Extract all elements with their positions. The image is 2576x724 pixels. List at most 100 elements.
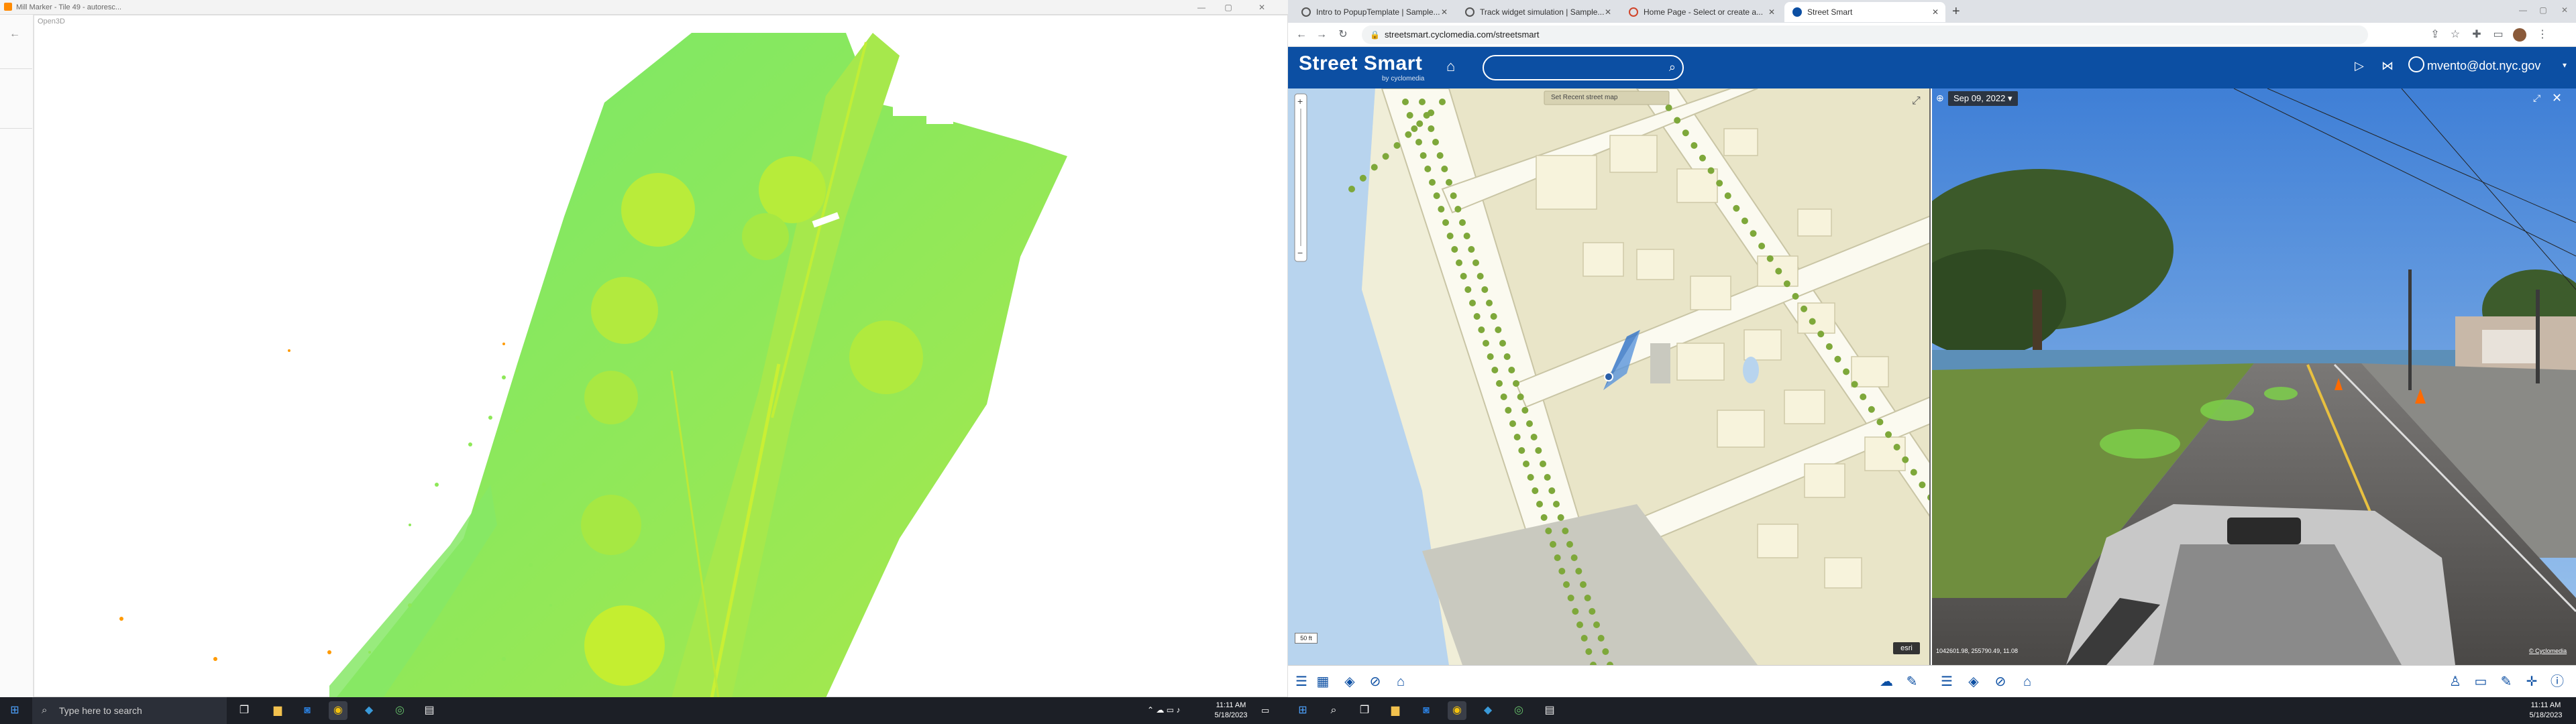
taskbar-search-input[interactable]: ⌕ Type here to search — [32, 697, 227, 724]
map-layer-label[interactable]: Set Recent street map — [1551, 94, 1618, 101]
zoom-icon[interactable]: ⊕ — [1936, 93, 1947, 103]
document-icon[interactable]: ▤ — [420, 701, 439, 720]
close-icon[interactable]: ✕ — [2557, 4, 2572, 16]
outlook-icon[interactable]: ◙ — [298, 701, 317, 720]
tree-dot — [1535, 447, 1542, 454]
left-clock[interactable]: 11:11 AM 5/18/2023 — [1208, 701, 1254, 721]
pano-date-selector[interactable]: Sep 09, 2022 ▾ — [1948, 91, 2018, 106]
browser-tab[interactable]: Track widget simulation | Sample... ✕ — [1457, 2, 1618, 22]
app-icon — [4, 3, 12, 11]
menu-icon[interactable]: ⋮ — [2536, 28, 2549, 42]
right-clock[interactable]: 11:11 AM 5/18/2023 — [2522, 701, 2569, 721]
star-icon[interactable]: ☆ — [2449, 28, 2462, 42]
tree-dot — [1674, 117, 1681, 124]
home-icon[interactable]: ⌂ — [1446, 58, 1455, 75]
minimize-icon[interactable]: — — [2516, 4, 2530, 16]
search-icon[interactable]: ⌕ — [1669, 60, 1676, 74]
tree-dot — [1851, 381, 1858, 388]
reload-icon[interactable]: ↻ — [1336, 28, 1350, 42]
task-view-icon[interactable]: ❐ — [235, 701, 254, 720]
close-icon[interactable]: ✕ — [2552, 91, 2562, 105]
expand-icon[interactable]: ⤢ — [1912, 95, 1921, 107]
tree-dot — [1665, 104, 1672, 111]
chevron-down-icon: ▾ — [2007, 93, 2012, 103]
windows-start-icon[interactable]: ⊞ — [1293, 701, 1312, 720]
browser-tab-strip: Intro to PopupTemplate | Sample... ✕ Tra… — [1288, 0, 2576, 23]
browser-toolbar: ← → ↻ 🔒 streetsmart.cyclomedia.com/stree… — [1288, 23, 2576, 47]
browser-tab-active[interactable]: Street Smart ✕ — [1784, 2, 1945, 22]
tree-dot — [1580, 635, 1588, 642]
system-tray[interactable]: ⌃ ☁ ▭ ♪ — [1147, 705, 1180, 715]
tree-dot — [1416, 120, 1424, 127]
layers-icon[interactable]: ◈ — [1342, 674, 1358, 690]
tree-dot — [1428, 109, 1435, 117]
vscode-icon[interactable]: ◆ — [1479, 701, 1497, 720]
cloud-icon[interactable]: ☁ — [1878, 674, 1894, 690]
left-window-tab[interactable]: Mill Marker - Tile 49 - autoresc... — [16, 1, 121, 13]
crosshair-icon[interactable]: ✛ — [2524, 674, 2540, 690]
menu-icon[interactable]: ☰ — [1939, 674, 1955, 690]
measure-icon[interactable]: ✎ — [2498, 674, 2514, 690]
play-icon[interactable]: ▷ — [2355, 59, 2364, 73]
window-icon[interactable]: ▭ — [2473, 674, 2489, 690]
chevron-down-icon[interactable]: ▾ — [2563, 60, 2567, 70]
close-tab-icon[interactable]: ✕ — [1768, 2, 1775, 22]
person-icon[interactable]: ♙ — [2447, 674, 2463, 690]
maximize-icon[interactable]: ▢ — [1221, 1, 1236, 13]
map-panel[interactable]: + − Set Recent street map 50 ft esri ⤢ — [1288, 88, 1931, 665]
visibility-off-icon[interactable]: ⊘ — [1367, 674, 1383, 690]
expand-icon[interactable]: ⤢ — [2533, 93, 2540, 104]
chrome-icon[interactable]: ◉ — [329, 701, 347, 720]
outlook-icon[interactable]: ◙ — [1417, 701, 1436, 720]
app-icon[interactable]: ◎ — [1509, 701, 1528, 720]
map-icon[interactable]: ▦ — [1315, 674, 1331, 690]
vscode-icon[interactable]: ◆ — [360, 701, 378, 720]
panorama-panel[interactable]: ⊕ Sep 09, 2022 ▾ ✕ ⤢ 1042601.98, 255790.… — [1932, 88, 2576, 665]
search-icon[interactable]: ⌕ — [1324, 701, 1343, 720]
share-icon[interactable]: ⇪ — [2428, 28, 2442, 42]
back-arrow-icon[interactable]: ← — [9, 28, 20, 40]
menu-icon[interactable]: ☰ — [1293, 674, 1309, 690]
share-icon[interactable]: ⋈ — [2381, 59, 2394, 73]
close-tab-icon[interactable]: ✕ — [1605, 2, 1611, 22]
user-email[interactable]: mvento@dot.nyc.gov — [2427, 59, 2540, 73]
marker-icon[interactable]: ⌂ — [1393, 674, 1409, 690]
close-icon[interactable]: ✕ — [1254, 1, 1269, 13]
measure-icon[interactable]: ✎ — [1904, 674, 1920, 690]
back-icon[interactable]: ← — [1295, 28, 1308, 42]
tree-dot — [1690, 142, 1698, 149]
browser-tab[interactable]: Home Page - Select or create a... ✕ — [1621, 2, 1782, 22]
task-view-icon[interactable]: ❐ — [1355, 701, 1374, 720]
profile-avatar[interactable] — [2513, 28, 2526, 42]
cyclomedia-copyright[interactable]: © Cyclomedia — [2529, 648, 2567, 654]
file-explorer-icon[interactable]: ▆ — [1386, 701, 1405, 720]
info-icon[interactable]: ⓘ — [2549, 674, 2565, 690]
new-tab-button[interactable]: + — [1952, 4, 1960, 19]
address-bar[interactable]: 🔒 streetsmart.cyclomedia.com/streetsmart — [1362, 25, 2368, 44]
close-tab-icon[interactable]: ✕ — [1441, 2, 1448, 22]
browser-tab[interactable]: Intro to PopupTemplate | Sample... ✕ — [1293, 2, 1454, 22]
close-tab-icon[interactable]: ✕ — [1932, 2, 1939, 22]
layers-icon[interactable]: ◈ — [1966, 674, 1982, 690]
search-input[interactable]: ⌕ — [1483, 55, 1684, 80]
tree-dot — [1495, 326, 1502, 333]
extensions-icon[interactable]: ✚ — [2470, 28, 2483, 42]
windows-start-icon[interactable]: ⊞ — [5, 701, 24, 720]
open3d-viewport[interactable] — [34, 15, 1288, 697]
visibility-off-icon[interactable]: ⊘ — [1992, 674, 2008, 690]
minimize-icon[interactable]: — — [1194, 1, 1209, 13]
file-explorer-icon[interactable]: ▆ — [268, 701, 287, 720]
marker-icon[interactable]: ⌂ — [2019, 674, 2035, 690]
tree-dot — [1490, 313, 1497, 320]
user-icon[interactable] — [2408, 56, 2424, 72]
tree-dot — [1432, 139, 1439, 145]
chrome-icon[interactable]: ◉ — [1448, 701, 1466, 720]
tree-dot — [1441, 166, 1448, 172]
document-icon[interactable]: ▤ — [1540, 701, 1559, 720]
notification-icon[interactable]: ▭ — [1261, 705, 1269, 716]
app-icon[interactable]: ◎ — [390, 701, 409, 720]
sidebar-icon[interactable]: ▭ — [2491, 28, 2505, 42]
forward-icon[interactable]: → — [1315, 28, 1328, 42]
maximize-icon[interactable]: ▢ — [2536, 4, 2551, 16]
tree-dot — [1500, 394, 1507, 400]
